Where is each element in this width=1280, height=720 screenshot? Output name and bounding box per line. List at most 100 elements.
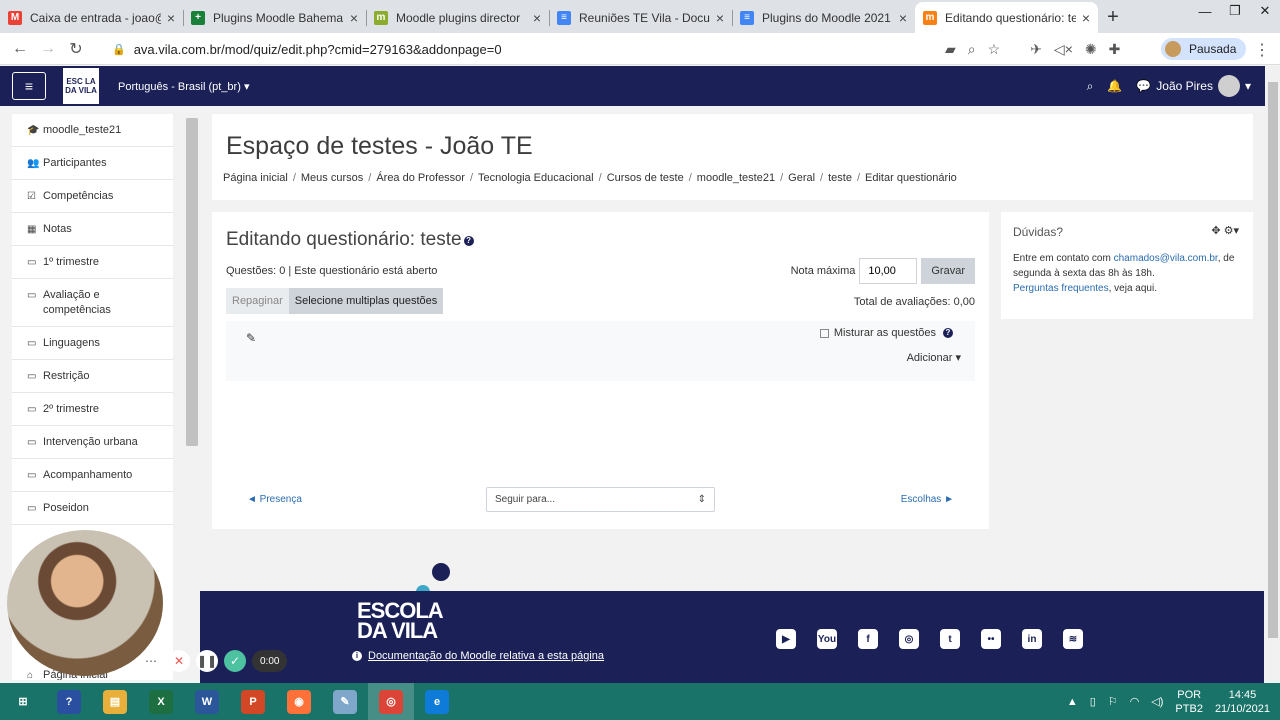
select-multiple-button[interactable]: Selecione multiplas questões xyxy=(288,288,444,314)
finish-recording-icon[interactable]: ✓ xyxy=(224,650,246,672)
breadcrumb-item[interactable]: Meus cursos xyxy=(301,172,363,184)
breadcrumb-item[interactable]: Cursos de teste xyxy=(607,172,684,184)
mute-icon[interactable]: ◁× xyxy=(1054,41,1073,58)
drawer-item[interactable]: 🎓 moodle_teste21 xyxy=(12,114,173,147)
close-window-icon[interactable]: ✕ xyxy=(1250,0,1280,22)
language-menu[interactable]: Português - Brasil (pt_br) ▾ xyxy=(118,80,249,93)
pause-icon[interactable]: ❚❚ xyxy=(196,650,218,672)
drawer-scrollbar[interactable] xyxy=(186,118,198,446)
browser-tab[interactable]: + Plugins Moodle Bahema × xyxy=(183,2,366,33)
gear-icon[interactable]: ⚙▾ xyxy=(1224,225,1239,237)
faq-link[interactable]: Perguntas frequentes xyxy=(1013,283,1109,294)
drawer-item[interactable]: ▭ Restrição xyxy=(12,360,173,393)
user-menu[interactable]: 💬 João Pires ▾ xyxy=(1136,75,1251,97)
twitter-icon[interactable]: t xyxy=(940,629,960,649)
taskbar-app[interactable]: e xyxy=(414,683,460,720)
edit-pencil-icon[interactable]: ✎ xyxy=(246,331,256,345)
show-hidden-icons-icon[interactable]: ▲ xyxy=(1067,696,1078,708)
network-warning-icon[interactable]: ⚐ xyxy=(1108,695,1118,708)
breadcrumb-item[interactable]: Tecnologia Educacional xyxy=(478,172,594,184)
breadcrumb-item[interactable]: teste xyxy=(828,172,852,184)
taskbar-app[interactable]: ? xyxy=(46,683,92,720)
close-tab-icon[interactable]: × xyxy=(1082,10,1090,26)
messages-icon[interactable]: 💬 xyxy=(1136,79,1151,93)
close-tab-icon[interactable]: × xyxy=(899,10,907,26)
bookmark-star-icon[interactable]: ☆ xyxy=(988,41,1001,58)
extension-rocket-icon[interactable]: ✈ xyxy=(1030,41,1042,58)
close-tab-icon[interactable]: × xyxy=(533,10,541,26)
youtube-icon[interactable]: ▶ xyxy=(776,629,796,649)
extensions-puzzle-icon[interactable]: ✚ xyxy=(1109,41,1121,58)
scrollbar-thumb[interactable] xyxy=(1268,82,1278,638)
spotify-icon[interactable]: ≋ xyxy=(1063,629,1083,649)
drawer-toggle-button[interactable]: ≡ xyxy=(12,72,46,100)
drawer-item[interactable]: ▭ Intervenção urbana xyxy=(12,426,173,459)
help-icon[interactable]: ? xyxy=(943,328,953,338)
restore-icon[interactable]: ❐ xyxy=(1220,0,1250,22)
reload-icon[interactable]: ↻ xyxy=(62,39,90,59)
breadcrumb-item[interactable]: moodle_teste21 xyxy=(697,172,775,184)
browser-tab[interactable]: m Editando questionário: te × xyxy=(915,2,1098,33)
url-field[interactable]: 🔒 ava.vila.com.br/mod/quiz/edit.php?cmid… xyxy=(100,36,940,62)
moodle-docs-link[interactable]: Documentação do Moodle relativa a esta p… xyxy=(368,650,604,662)
help-icon[interactable]: ? xyxy=(463,236,474,246)
drawer-item[interactable]: 👥 Participantes xyxy=(12,147,173,180)
drawer-item[interactable]: ☑ Competências xyxy=(12,180,173,213)
taskbar-app[interactable]: W xyxy=(184,683,230,720)
drawer-item[interactable]: ▭ Linguagens xyxy=(12,327,173,360)
camera-icon[interactable]: ▰ xyxy=(945,41,956,58)
drawer-item[interactable]: ▭ 1º trimestre xyxy=(12,246,173,279)
max-grade-input[interactable] xyxy=(859,258,918,284)
breadcrumb-item[interactable]: Área do Professor xyxy=(376,172,465,184)
taskbar-app[interactable]: ◉ xyxy=(276,683,322,720)
browser-menu-icon[interactable]: ⋮ xyxy=(1254,40,1270,60)
taskbar-app[interactable]: ▤ xyxy=(92,683,138,720)
wifi-icon[interactable]: ◠ xyxy=(1130,695,1140,708)
close-tab-icon[interactable]: × xyxy=(716,10,724,26)
browser-tab[interactable]: ≡ Reuniões TE Vila - Docum × xyxy=(549,2,732,33)
site-logo[interactable]: ESC LA DA VILA xyxy=(63,68,99,104)
volume-icon[interactable]: ◁) xyxy=(1151,695,1163,708)
clock[interactable]: 14:45 21/10/2021 xyxy=(1215,688,1270,716)
drawer-item[interactable]: ▭ Acompanhamento xyxy=(12,459,173,492)
taskbar-app[interactable]: ◎ xyxy=(368,683,414,720)
back-icon[interactable]: ← xyxy=(6,40,34,58)
drawer-item[interactable]: ▭ Poseidon xyxy=(12,492,173,525)
page-scrollbar[interactable] xyxy=(1266,66,1280,683)
flickr-icon[interactable]: •• xyxy=(981,629,1001,649)
drawer-item[interactable]: ▦ Notas xyxy=(12,213,173,246)
save-button[interactable]: Gravar xyxy=(921,258,975,284)
minimize-icon[interactable]: — xyxy=(1190,0,1220,22)
browser-tab[interactable]: m Moodle plugins director × xyxy=(366,2,549,33)
more-options-icon[interactable]: ⋯ xyxy=(140,650,162,672)
forward-icon[interactable]: → xyxy=(34,40,62,58)
cancel-recording-icon[interactable]: ✕ xyxy=(168,650,190,672)
drawer-item[interactable]: ▭ Avaliação e competências xyxy=(12,279,173,327)
input-language[interactable]: POR PTB2 xyxy=(1175,688,1203,716)
browser-tab[interactable]: M Caixa de entrada - joao@ × xyxy=(0,2,183,33)
drawer-item[interactable]: ▭ 2º trimestre xyxy=(12,393,173,426)
notification-bell-icon[interactable]: 🔔 xyxy=(1107,79,1122,93)
taskbar-app[interactable]: ✎ xyxy=(322,683,368,720)
facebook-icon[interactable]: f xyxy=(858,629,878,649)
close-tab-icon[interactable]: × xyxy=(167,10,175,26)
shuffle-checkbox[interactable] xyxy=(819,328,829,338)
support-email-link[interactable]: chamados@vila.com.br xyxy=(1114,253,1218,264)
add-menu[interactable]: Adicionar ▾ xyxy=(907,351,961,364)
new-tab-icon[interactable]: + xyxy=(1098,2,1128,33)
breadcrumb-item[interactable]: Página inicial xyxy=(223,172,288,184)
taskbar-app[interactable]: P xyxy=(230,683,276,720)
linkedin-icon[interactable]: in xyxy=(1022,629,1042,649)
taskbar-app[interactable]: X xyxy=(138,683,184,720)
zoom-icon[interactable]: ⌕ xyxy=(968,41,976,58)
move-icon[interactable]: ✥ xyxy=(1211,225,1220,237)
repaginate-button[interactable]: Repaginar xyxy=(226,288,289,314)
device-icon[interactable]: ▯ xyxy=(1090,695,1096,708)
breadcrumb-item[interactable]: Geral xyxy=(788,172,815,184)
search-icon[interactable]: ⌕ xyxy=(1087,79,1094,94)
browser-tab[interactable]: ≡ Plugins do Moodle 2021 × xyxy=(732,2,915,33)
profile-button[interactable]: Pausada xyxy=(1161,38,1247,60)
close-tab-icon[interactable]: × xyxy=(350,10,358,26)
taskbar-app[interactable]: ⊞ xyxy=(0,683,46,720)
instagram-icon[interactable]: ◎ xyxy=(899,629,919,649)
